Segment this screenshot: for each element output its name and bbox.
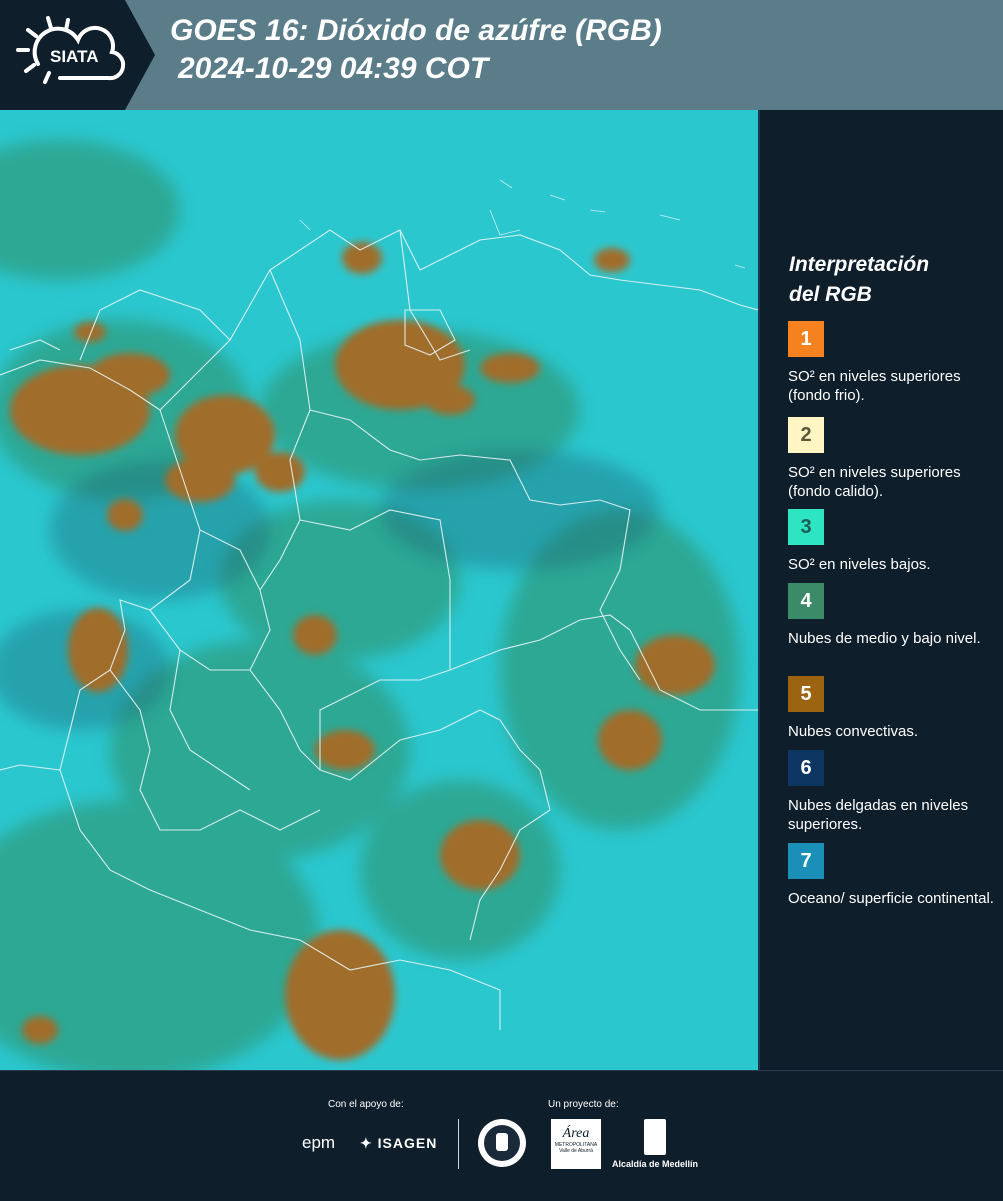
legend-item-7: 7 Oceano/ superficie continental.: [788, 843, 998, 908]
footer: Con el apoyo de: Un proyecto de: epm ✦ I…: [0, 1070, 1003, 1201]
legend-text-6: Nubes delgadas en niveles superiores.: [788, 797, 969, 833]
legend-title-line-1: Interpretación: [789, 253, 930, 276]
legend-text-2: SO² en niveles superiores (fondo calido)…: [788, 464, 961, 500]
support-label: Con el apoyo de:: [328, 1099, 404, 1110]
satellite-map[interactable]: [0, 110, 760, 1070]
epm-logo: epm: [302, 1133, 336, 1152]
header-bar: SIATA GOES 16: Dióxido de azúfre (RGB) 2…: [0, 0, 1003, 110]
brand-text: SIATA: [50, 47, 98, 66]
isagen-icon: ✦: [360, 1135, 373, 1151]
medellin-seal-icon: [478, 1119, 526, 1167]
legend-item-3: 3 SO² en niveles bajos.: [788, 509, 998, 574]
legend-text-4: Nubes de medio y bajo nivel.: [788, 630, 981, 647]
footer-divider: [458, 1119, 459, 1169]
legend-title-line-2: del RGB: [789, 283, 872, 306]
sun-cloud-icon: SIATA: [16, 16, 126, 84]
title-line-2: 2024-10-29 04:39 COT: [178, 52, 489, 85]
legend-swatch-5: 5: [788, 676, 824, 712]
siata-logo: SIATA: [0, 0, 155, 110]
area-sub2: Valle de Aburrá: [559, 1148, 593, 1154]
legend-text-5: Nubes convectivas.: [788, 723, 919, 740]
title-line-1: GOES 16: Dióxido de azúfre (RGB): [170, 14, 662, 47]
legend-panel: Interpretación del RGB 1 SO² en niveles …: [760, 110, 1003, 1070]
legend-swatch-6: 6: [788, 750, 824, 786]
project-label: Un proyecto de:: [548, 1099, 619, 1110]
legend-swatch-7: 7: [788, 843, 824, 879]
legend-item-2: 2 SO² en niveles superiores (fondo calid…: [788, 417, 998, 501]
isagen-logo: ✦ ISAGEN: [360, 1135, 437, 1152]
legend-swatch-4: 4: [788, 583, 824, 619]
legend-title: Interpretación del RGB: [789, 250, 989, 310]
area-text: Área: [562, 1126, 590, 1141]
alcaldia-text: Alcaldía de Medellín: [612, 1159, 699, 1169]
legend-swatch-2: 2: [788, 417, 824, 453]
legend-item-4: 4 Nubes de medio y bajo nivel.: [788, 583, 998, 648]
legend-item-6: 6 Nubes delgadas en niveles superiores.: [788, 750, 998, 834]
legend-text-1: SO² en niveles superiores (fondo frio).: [788, 368, 961, 404]
legend-swatch-1: 1: [788, 321, 824, 357]
legend-item-5: 5 Nubes convectivas.: [788, 676, 998, 741]
area-metropolitana-logo: Área METROPOLITANA Valle de Aburrá: [551, 1119, 601, 1169]
legend-text-7: Oceano/ superficie continental.: [788, 890, 994, 907]
legend-swatch-3: 3: [788, 509, 824, 545]
satellite-image: [0, 110, 758, 1070]
legend-item-1: 1 SO² en niveles superiores (fondo frio)…: [788, 321, 998, 405]
legend-text-3: SO² en niveles bajos.: [788, 556, 931, 573]
alcaldia-shield-icon: [644, 1119, 666, 1155]
isagen-text: ISAGEN: [377, 1135, 438, 1151]
